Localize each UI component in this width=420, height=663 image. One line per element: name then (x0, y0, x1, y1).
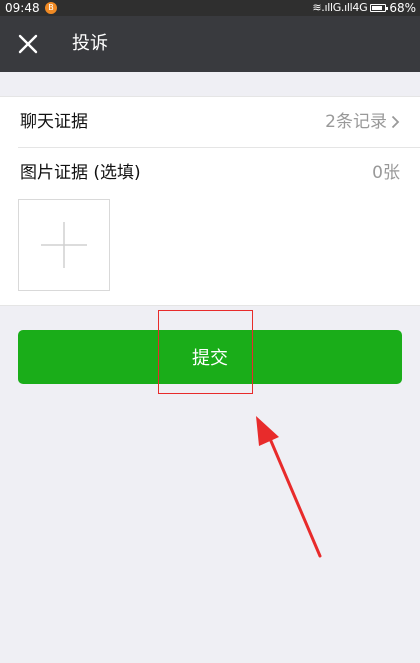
status-bar: 09:48 B ≋.ıllG.ıll4G 68% (0, 0, 420, 16)
plus-icon (41, 222, 87, 268)
chat-evidence-value: 2条记录 (325, 97, 400, 147)
page-title: 投诉 (72, 33, 108, 54)
status-time: 09:48 (5, 1, 40, 15)
chevron-right-icon (391, 115, 400, 129)
notification-badge-icon: B (45, 2, 57, 14)
close-icon (18, 34, 38, 54)
submit-button[interactable]: 提交 (18, 330, 402, 384)
image-evidence-row: 图片证据 (选填) 0张 (0, 148, 420, 198)
chat-record-count: 2条记录 (325, 112, 387, 132)
chat-evidence-row[interactable]: 聊天证据 2条记录 (0, 97, 420, 147)
add-image-button[interactable] (18, 199, 110, 291)
battery-level: 68% (389, 1, 416, 15)
image-evidence-label: 图片证据 (选填) (20, 163, 141, 183)
chat-evidence-label: 聊天证据 (20, 112, 88, 132)
image-count: 0张 (372, 163, 400, 183)
evidence-card: 聊天证据 2条记录 图片证据 (选填) 0张 (0, 96, 420, 306)
battery-icon (370, 4, 389, 12)
status-right-icons: ≋.ıllG.ıll4G 68% (312, 0, 416, 16)
close-button[interactable] (10, 26, 46, 62)
network-signal-icon: ≋.ıllG.ıll4G (312, 1, 368, 14)
title-bar: 投诉 (0, 16, 420, 72)
